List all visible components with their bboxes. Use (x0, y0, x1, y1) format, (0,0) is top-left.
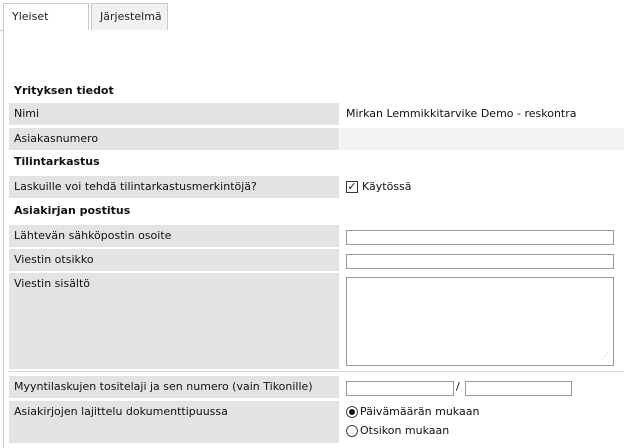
row-document-sorting: Asiakirjojen lajittelu dokumenttipuussa … (9, 401, 624, 443)
message-body-textarea[interactable] (346, 277, 614, 366)
resize-grip-icon[interactable]: ⋰ (602, 353, 609, 360)
sender-email-cell (340, 225, 624, 247)
voucher-separator: / (456, 380, 460, 393)
section-title-mailing: Asiakirjan postitus (14, 204, 131, 217)
row-company-name: Nimi Mirkan Lemmikkitarvike Demo - resko… (9, 103, 624, 125)
message-body-label: Viestin sisältö (9, 273, 339, 369)
section-header-company: Yrityksen tiedot (9, 80, 624, 100)
voucher-type-input[interactable] (346, 381, 454, 396)
row-message-subject: Viestin otsikko (9, 249, 624, 271)
voucher-type-cell: / (340, 376, 624, 398)
row-voucher-type: Myyntilaskujen tositelaji ja sen numero … (9, 376, 624, 398)
document-sorting-cell: Päivämäärän mukaan Otsikon mukaan (340, 401, 624, 443)
divider (9, 371, 624, 372)
tab-system[interactable]: Järjestelmä (91, 3, 168, 31)
audit-question-label: Laskuille voi tehdä tilintarkastusmerkin… (9, 176, 339, 198)
message-body-cell: ⋰ (340, 273, 624, 369)
section-header-mailing: Asiakirjan postitus (9, 200, 624, 222)
customer-number-label: Asiakasnumero (9, 128, 339, 150)
audit-value-cell: ✓ Käytössä (340, 176, 624, 198)
tab-panel-general: Yrityksen tiedot Nimi Mirkan Lemmikkitar… (3, 30, 624, 448)
section-title-audit: Tilintarkastus (14, 155, 100, 168)
tab-bar: Yleiset tiedot Järjestelmä (0, 0, 624, 49)
customer-number-value (340, 128, 624, 150)
message-subject-label: Viestin otsikko (9, 249, 339, 271)
message-subject-cell (340, 249, 624, 271)
sender-email-label: Lähtevän sähköpostin osoite (9, 225, 339, 247)
sender-email-input[interactable] (346, 230, 614, 245)
message-subject-input[interactable] (346, 254, 614, 269)
section-header-audit: Tilintarkastus (9, 151, 624, 173)
sort-by-title-radio[interactable] (346, 425, 358, 437)
sort-by-date-radio[interactable] (346, 406, 358, 418)
row-customer-number: Asiakasnumero (9, 128, 624, 150)
section-title-company: Yrityksen tiedot (14, 84, 114, 97)
row-sender-email: Lähtevän sähköpostin osoite (9, 225, 624, 247)
voucher-number-input[interactable] (465, 381, 572, 396)
sort-by-title-label: Otsikon mukaan (360, 424, 450, 437)
document-sorting-label: Asiakirjojen lajittelu dokumenttipuussa (9, 401, 339, 443)
voucher-type-label: Myyntilaskujen tositelaji ja sen numero … (9, 376, 339, 398)
tab-general-info[interactable]: Yleiset tiedot (3, 3, 89, 49)
company-name-label: Nimi (9, 103, 339, 125)
sort-by-date-label: Päivämäärän mukaan (360, 405, 480, 418)
audit-enabled-label: Käytössä (362, 180, 412, 193)
row-message-body: Viestin sisältö ⋰ (9, 273, 624, 369)
row-audit-entries: Laskuille voi tehdä tilintarkastusmerkin… (9, 176, 624, 198)
company-name-value: Mirkan Lemmikkitarvike Demo - reskontra (346, 107, 577, 120)
checkmark-icon: ✓ (347, 180, 357, 193)
audit-enabled-checkbox[interactable]: ✓ (346, 181, 358, 193)
